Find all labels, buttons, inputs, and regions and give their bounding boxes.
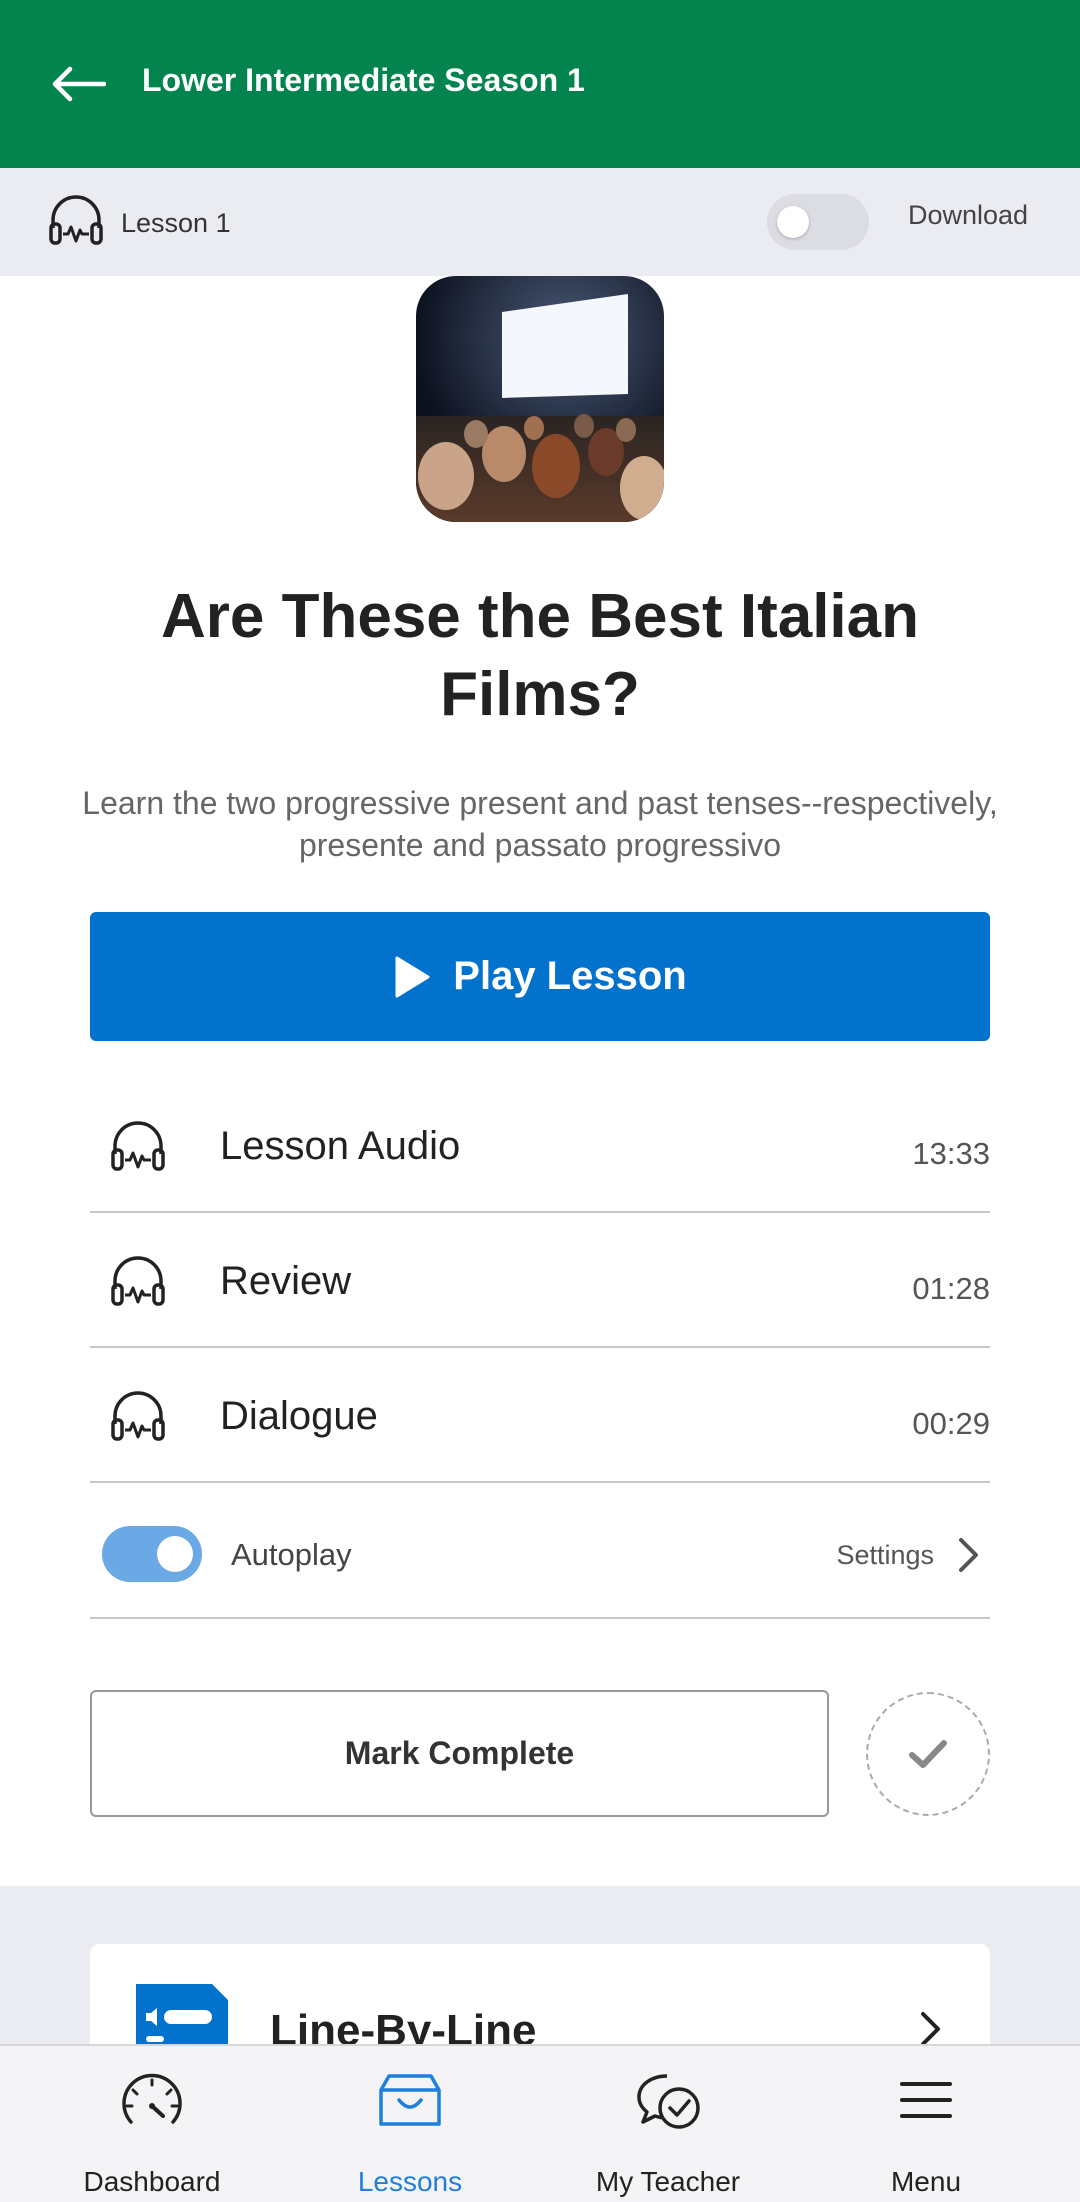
track-row-lesson-audio[interactable]: Lesson Audio 13:33 <box>90 1078 990 1213</box>
lesson-description: Learn the two progressive present and pa… <box>82 785 998 863</box>
autoplay-label: Autoplay <box>231 1537 352 1572</box>
play-lesson-label: Play Lesson <box>453 954 687 998</box>
app-bar: Lower Intermediate Season 1 <box>0 0 1080 168</box>
chevron-right-icon[interactable] <box>956 1536 982 1574</box>
nav-label: Dashboard <box>83 2166 221 2197</box>
app-title: Lower Intermediate Season 1 <box>142 62 585 98</box>
download-toggle[interactable] <box>767 194 869 250</box>
track-row-review[interactable]: Review 01:28 <box>90 1213 990 1348</box>
track-duration: 13:33 <box>912 1136 990 1171</box>
arrow-left-icon <box>52 66 106 102</box>
headphones-icon <box>111 1121 165 1171</box>
checkmark-icon <box>909 1740 947 1768</box>
nav-my-teacher[interactable]: My Teacher <box>568 2046 768 2202</box>
autoplay-toggle[interactable] <box>102 1526 202 1582</box>
nav-dashboard[interactable]: Dashboard <box>52 2046 252 2202</box>
speedometer-icon <box>122 2073 182 2124</box>
headphones-icon <box>111 1391 165 1441</box>
track-duration: 00:29 <box>912 1406 990 1441</box>
nav-lessons[interactable]: Lessons <box>310 2046 510 2202</box>
headphones-icon <box>111 1256 165 1306</box>
chevron-right-icon <box>921 2012 940 2046</box>
track-row-dialogue[interactable]: Dialogue 00:29 <box>90 1348 990 1483</box>
bottom-navigation: Dashboard Lessons My Teacher Menu <box>0 2044 1080 2202</box>
nav-label: My Teacher <box>595 2166 741 2197</box>
back-button[interactable] <box>50 64 120 104</box>
lesson-number-label: Lesson 1 <box>121 208 231 238</box>
complete-check-button[interactable] <box>866 1692 990 1816</box>
track-name: Review <box>220 1259 352 1303</box>
nav-label: Lessons <box>357 2166 463 2197</box>
track-name: Dialogue <box>220 1394 378 1438</box>
lesson-thumbnail <box>416 276 664 522</box>
chat-check-icon <box>637 2074 700 2129</box>
headphones-icon <box>49 195 103 245</box>
play-lesson-button[interactable]: Play Lesson <box>90 912 990 1041</box>
track-duration: 01:28 <box>912 1271 990 1306</box>
track-name: Lesson Audio <box>220 1124 461 1168</box>
mark-complete-label: Mark Complete <box>344 1735 575 1771</box>
mark-complete-button[interactable]: Mark Complete <box>90 1690 829 1817</box>
toggle-knob <box>777 206 809 238</box>
lesson-title: Are These the Best Italian Films? <box>160 582 920 729</box>
nav-menu[interactable]: Menu <box>826 2046 1026 2202</box>
hamburger-icon <box>900 2082 952 2118</box>
play-icon <box>395 956 430 997</box>
autoplay-row: Autoplay Settings <box>90 1484 990 1619</box>
download-label: Download <box>908 200 1029 230</box>
inbox-icon <box>379 2074 441 2126</box>
nav-label: Menu <box>890 2166 962 2197</box>
settings-link[interactable]: Settings <box>836 1540 934 1571</box>
toggle-knob <box>157 1536 193 1572</box>
